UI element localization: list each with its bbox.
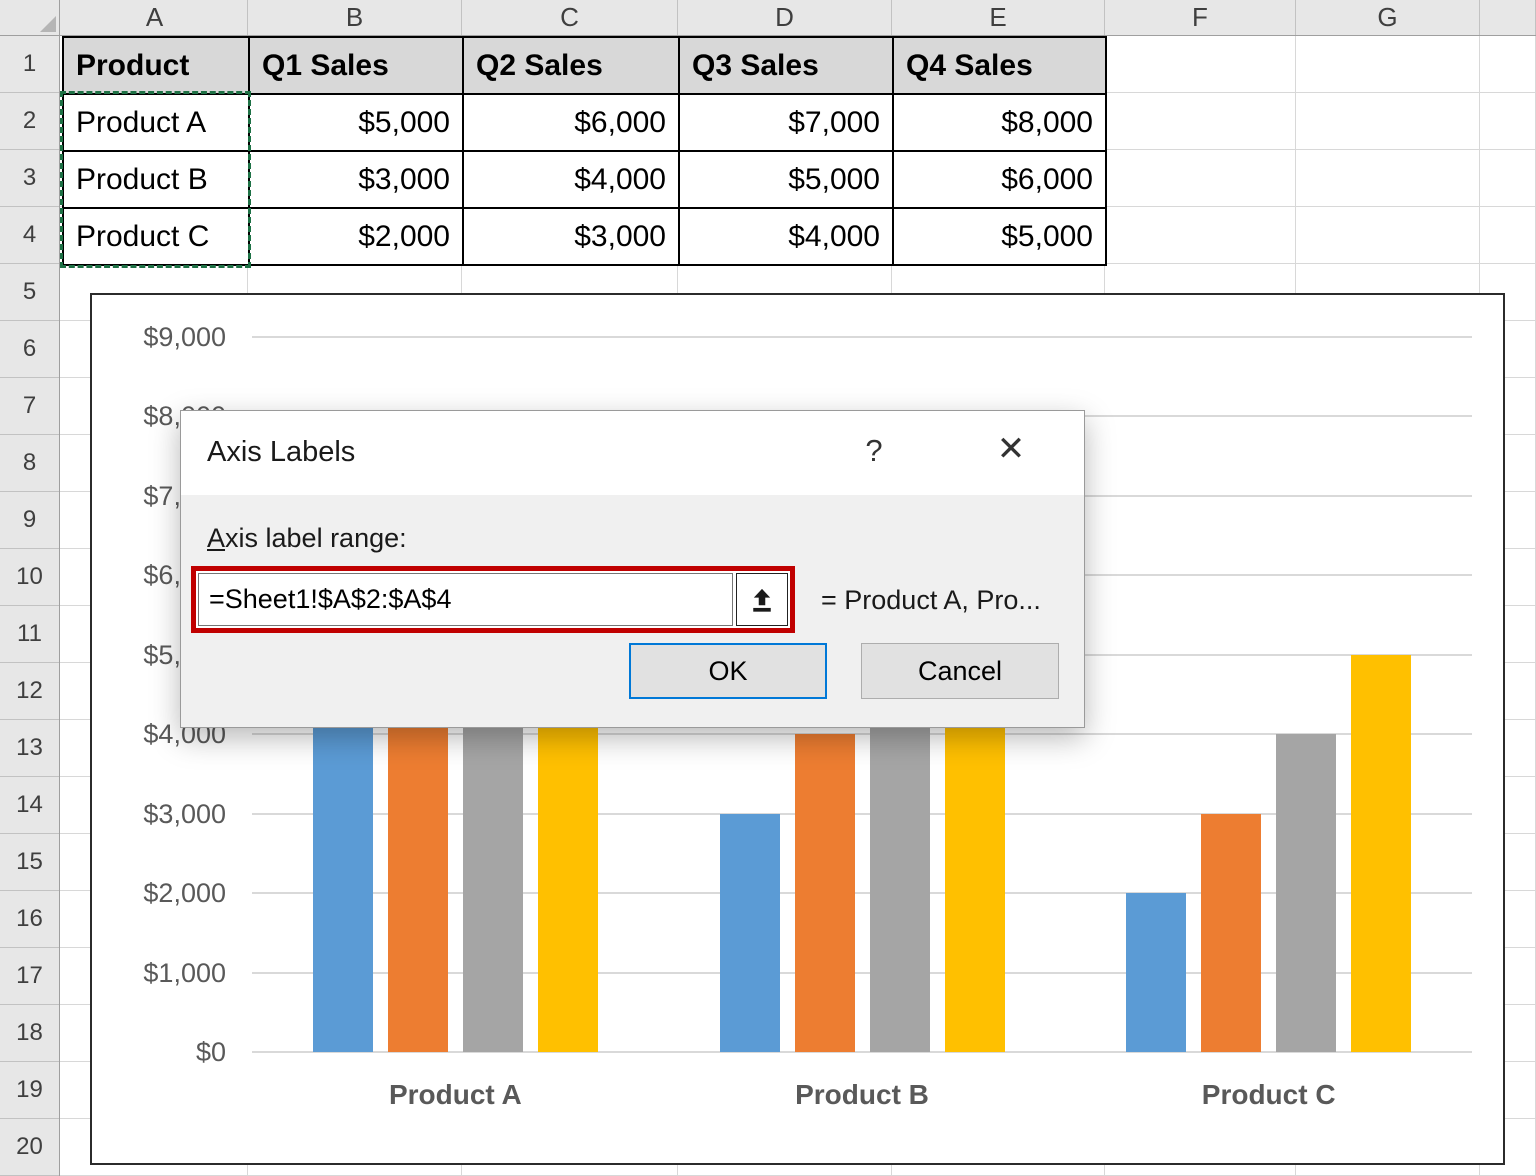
- table-header-cell[interactable]: Q4 Sales: [894, 38, 1107, 95]
- table-cell[interactable]: Product A: [64, 95, 250, 152]
- table-header-cell[interactable]: Q2 Sales: [464, 38, 680, 95]
- axis-label-range-input[interactable]: [198, 573, 733, 626]
- row-header-3[interactable]: 3: [0, 150, 59, 207]
- spreadsheet: ABCDEFG 1 2 3 4 5 6 7 8 9 10 11 12 13 14 15 16 17 18 19 20 …: [0, 0, 1536, 1176]
- table-cell[interactable]: Product B: [64, 152, 250, 209]
- row-header-4[interactable]: 4: [0, 207, 59, 264]
- table-header-cell[interactable]: Q3 Sales: [680, 38, 894, 95]
- collapse-range-icon: [753, 588, 771, 612]
- column-header-partial[interactable]: [1480, 0, 1536, 35]
- bar-q1-sales-product-c[interactable]: [1126, 893, 1187, 1052]
- row-header-16[interactable]: 16: [0, 891, 59, 948]
- table-cell[interactable]: $5,000: [680, 152, 894, 209]
- column-header-C[interactable]: C: [462, 0, 678, 35]
- column-header-F[interactable]: F: [1105, 0, 1296, 35]
- accelerator-letter: A: [207, 523, 226, 553]
- label-rest: xis label range:: [225, 523, 407, 553]
- row-header-15[interactable]: 15: [0, 834, 59, 891]
- row-header-strip: 1 2 3 4 5 6 7 8 9 10 11 12 13 14 15 16 17 18 19 20: [0, 36, 60, 1176]
- x-axis-category-label[interactable]: Product A: [305, 1079, 605, 1111]
- bar-q2-sales-product-c[interactable]: [1201, 813, 1262, 1052]
- table-row: Product A $5,000 $6,000 $7,000 $8,000: [64, 95, 1107, 152]
- table-cell[interactable]: $4,000: [680, 209, 894, 266]
- y-axis-tick-label: $0: [195, 1037, 226, 1067]
- row-header-5[interactable]: 5: [0, 264, 59, 321]
- y-axis-tick-label: $2,000: [143, 878, 226, 909]
- row-header-9[interactable]: 9: [0, 492, 59, 549]
- table-cell[interactable]: $8,000: [894, 95, 1107, 152]
- table-header-cell[interactable]: Q1 Sales: [250, 38, 464, 95]
- bar-q3-sales-product-c[interactable]: [1276, 734, 1337, 1052]
- axis-labels-dialog: Axis Labels ? ✕ Axis label range: = Prod…: [180, 410, 1085, 728]
- row-header-19[interactable]: 19: [0, 1062, 59, 1119]
- row-header-7[interactable]: 7: [0, 378, 59, 435]
- table-header-cell[interactable]: Product: [64, 38, 250, 95]
- cancel-button[interactable]: Cancel: [861, 643, 1059, 699]
- select-all-corner[interactable]: [0, 0, 60, 36]
- table-cell[interactable]: $3,000: [464, 209, 680, 266]
- x-axis-category-label[interactable]: Product C: [1119, 1079, 1419, 1111]
- table-cell[interactable]: $3,000: [250, 152, 464, 209]
- row-header-20[interactable]: 20: [0, 1119, 59, 1176]
- y-axis-tick-label: $3,000: [143, 798, 226, 829]
- table-row: Product C $2,000 $3,000 $4,000 $5,000: [64, 209, 1107, 266]
- row-header-2[interactable]: 2: [0, 93, 59, 150]
- table-cell[interactable]: $5,000: [894, 209, 1107, 266]
- collapse-dialog-button[interactable]: [736, 573, 788, 626]
- column-header-B[interactable]: B: [248, 0, 462, 35]
- bar-q4-sales-product-c[interactable]: [1351, 654, 1412, 1052]
- chart-gridline: [252, 336, 1472, 338]
- column-header-strip: ABCDEFG: [0, 0, 1536, 36]
- row-header-1[interactable]: 1: [0, 36, 59, 93]
- row-header-13[interactable]: 13: [0, 720, 59, 777]
- bar-q2-sales-product-b[interactable]: [794, 734, 855, 1052]
- dialog-titlebar[interactable]: Axis Labels ? ✕: [181, 411, 1084, 495]
- table-row: Product B $3,000 $4,000 $5,000 $6,000: [64, 152, 1107, 209]
- row-header-18[interactable]: 18: [0, 1005, 59, 1062]
- table-cell[interactable]: $7,000: [680, 95, 894, 152]
- range-preview-text: = Product A, Pro...: [821, 585, 1041, 615]
- row-header-6[interactable]: 6: [0, 321, 59, 378]
- help-icon[interactable]: ?: [849, 433, 899, 469]
- table-header-row: Product Q1 Sales Q2 Sales Q3 Sales Q4 Sales: [64, 38, 1107, 95]
- dialog-title: Axis Labels: [207, 436, 356, 468]
- sales-data-table: Product Q1 Sales Q2 Sales Q3 Sales Q4 Sales P…: [62, 36, 1107, 266]
- close-icon[interactable]: ✕: [979, 429, 1043, 469]
- row-header-10[interactable]: 10: [0, 549, 59, 606]
- row-header-17[interactable]: 17: [0, 948, 59, 1005]
- column-header-G[interactable]: G: [1296, 0, 1480, 35]
- row-header-14[interactable]: 14: [0, 777, 59, 834]
- table-cell[interactable]: $6,000: [894, 152, 1107, 209]
- axis-label-range-label: Axis label range:: [207, 523, 407, 554]
- select-all-triangle-icon: [40, 16, 56, 32]
- y-axis-tick-label: $9,000: [143, 322, 226, 352]
- bar-q1-sales-product-b[interactable]: [719, 813, 780, 1052]
- table-cell[interactable]: $4,000: [464, 152, 680, 209]
- table-cell[interactable]: $2,000: [250, 209, 464, 266]
- column-header-D[interactable]: D: [678, 0, 892, 35]
- column-header-A[interactable]: A: [62, 0, 248, 35]
- y-axis-tick-label: $1,000: [143, 957, 226, 988]
- table-cell[interactable]: $6,000: [464, 95, 680, 152]
- table-cell[interactable]: Product C: [64, 209, 250, 266]
- x-axis-category-label[interactable]: Product B: [712, 1079, 1012, 1111]
- ok-button[interactable]: OK: [629, 643, 827, 699]
- row-header-11[interactable]: 11: [0, 606, 59, 663]
- row-header-12[interactable]: 12: [0, 663, 59, 720]
- table-cell[interactable]: $5,000: [250, 95, 464, 152]
- column-header-E[interactable]: E: [892, 0, 1105, 35]
- row-header-8[interactable]: 8: [0, 435, 59, 492]
- range-input-highlight: [191, 566, 795, 633]
